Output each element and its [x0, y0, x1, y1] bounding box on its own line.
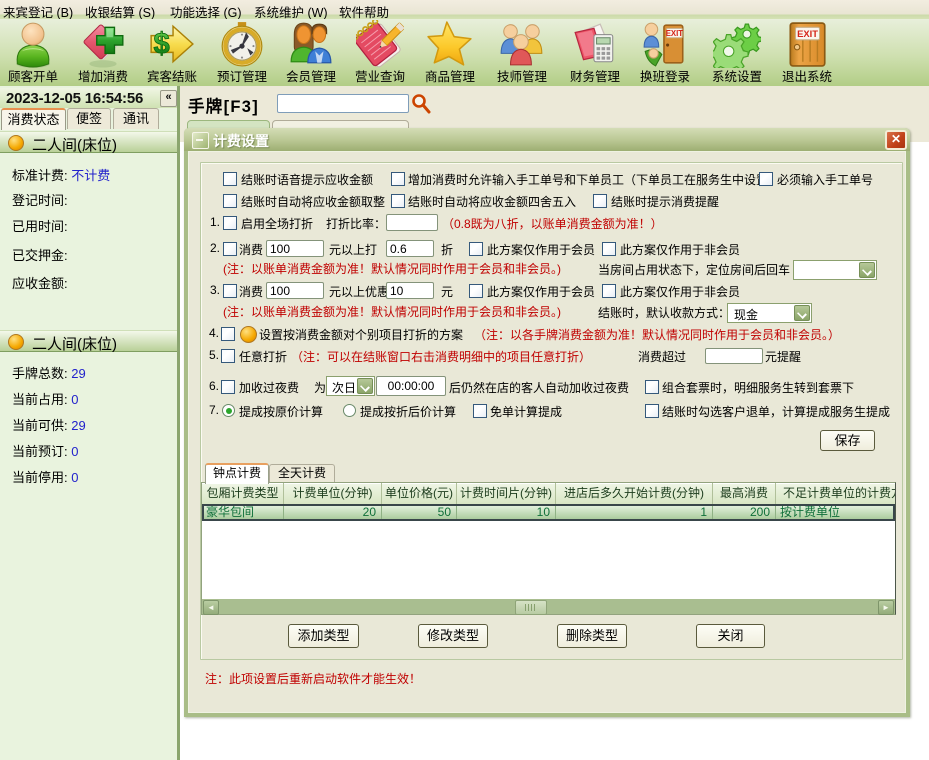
svg-text:EXIT: EXIT [666, 29, 684, 38]
svg-text:$: $ [153, 28, 169, 60]
svg-text:EXIT: EXIT [797, 28, 818, 39]
